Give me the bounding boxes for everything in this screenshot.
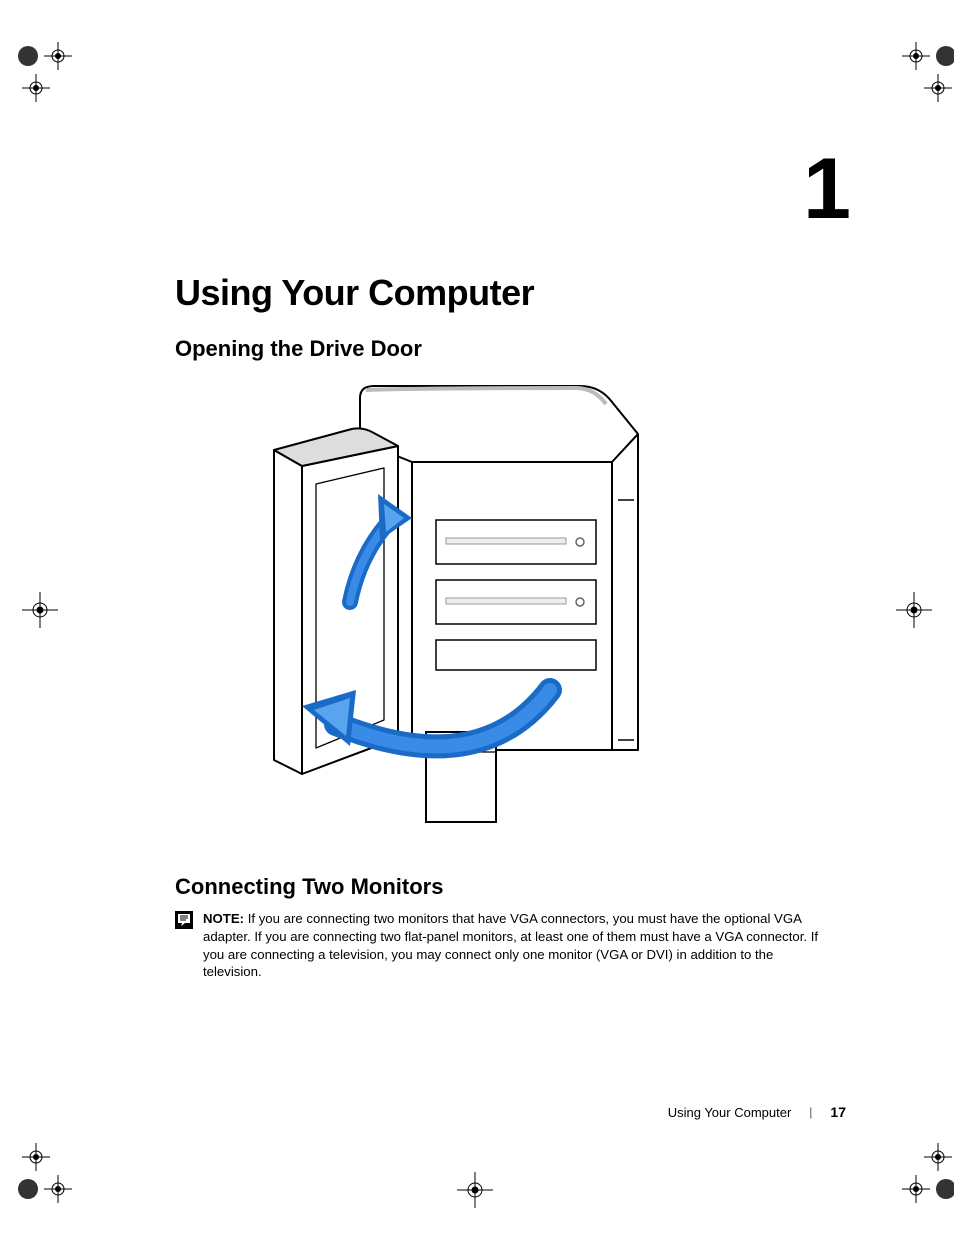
- crop-mark-icon: [445, 1170, 505, 1230]
- crop-mark-icon: [10, 590, 70, 650]
- crop-mark-icon: [10, 38, 70, 98]
- note-block: NOTE: If you are connecting two monitors…: [175, 910, 835, 981]
- crop-mark-icon: [884, 590, 944, 650]
- note-icon: [175, 911, 193, 929]
- note-label: NOTE:: [203, 911, 244, 926]
- crop-mark-icon: [884, 38, 944, 98]
- section-heading-two-monitors: Connecting Two Monitors: [175, 874, 443, 900]
- footer-page-number: 17: [830, 1104, 846, 1120]
- chapter-title: Using Your Computer: [175, 272, 534, 314]
- note-body: If you are connecting two monitors that …: [203, 911, 818, 979]
- crop-mark-icon: [10, 1137, 70, 1197]
- chapter-number: 1: [803, 140, 849, 239]
- section-heading-drive-door: Opening the Drive Door: [175, 336, 422, 362]
- drive-door-illustration: [240, 380, 660, 840]
- page-footer: Using Your Computer | 17: [668, 1104, 846, 1120]
- crop-mark-icon: [884, 1137, 944, 1197]
- note-text: NOTE: If you are connecting two monitors…: [203, 910, 835, 981]
- footer-separator: |: [809, 1105, 812, 1119]
- footer-section: Using Your Computer: [668, 1105, 792, 1120]
